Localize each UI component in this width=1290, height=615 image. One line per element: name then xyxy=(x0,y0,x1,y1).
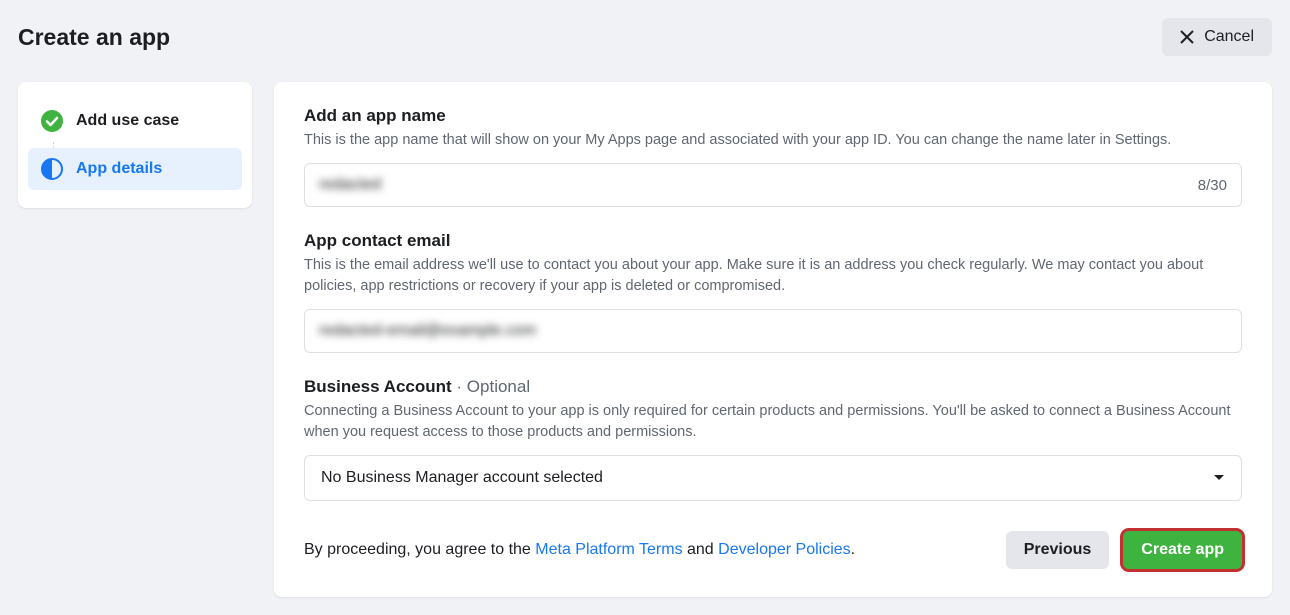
check-circle-icon xyxy=(40,109,64,133)
contact-email-input-wrap[interactable] xyxy=(304,309,1242,353)
app-name-input[interactable] xyxy=(319,164,1198,206)
close-icon xyxy=(1180,30,1194,44)
cancel-label: Cancel xyxy=(1204,28,1254,46)
create-app-button[interactable]: Create app xyxy=(1123,531,1242,569)
link-developer-policies[interactable]: Developer Policies xyxy=(718,541,851,558)
step-add-use-case[interactable]: Add use case xyxy=(28,100,242,142)
sidebar: Add use case App details xyxy=(18,82,252,208)
app-name-input-wrap[interactable]: 8/30 xyxy=(304,163,1242,207)
page-title: Create an app xyxy=(18,24,170,51)
half-circle-icon xyxy=(40,157,64,181)
footer: By proceeding, you agree to the Meta Pla… xyxy=(304,531,1242,569)
section-app-name: Add an app name This is the app name tha… xyxy=(304,106,1242,207)
contact-email-desc: This is the email address we'll use to c… xyxy=(304,255,1242,297)
business-account-select[interactable]: No Business Manager account selected xyxy=(304,455,1242,501)
contact-email-title: App contact email xyxy=(304,231,1242,251)
contact-email-input[interactable] xyxy=(319,310,1227,352)
caret-down-icon xyxy=(1213,474,1225,482)
disclaimer-text: By proceeding, you agree to the Meta Pla… xyxy=(304,541,855,559)
link-platform-terms[interactable]: Meta Platform Terms xyxy=(535,541,682,558)
step-app-details[interactable]: App details xyxy=(28,148,242,190)
app-name-counter: 8/30 xyxy=(1198,177,1227,194)
app-name-desc: This is the app name that will show on y… xyxy=(304,130,1242,151)
step-label: Add use case xyxy=(76,112,179,130)
cancel-button[interactable]: Cancel xyxy=(1162,18,1272,56)
main-panel: Add an app name This is the app name tha… xyxy=(274,82,1272,597)
section-contact-email: App contact email This is the email addr… xyxy=(304,231,1242,353)
business-account-title: Business Account · Optional xyxy=(304,377,1242,397)
business-account-selected: No Business Manager account selected xyxy=(321,469,603,487)
app-name-title: Add an app name xyxy=(304,106,1242,126)
business-account-desc: Connecting a Business Account to your ap… xyxy=(304,401,1242,443)
previous-button[interactable]: Previous xyxy=(1006,531,1110,569)
section-business-account: Business Account · Optional Connecting a… xyxy=(304,377,1242,501)
step-label: App details xyxy=(76,160,162,178)
